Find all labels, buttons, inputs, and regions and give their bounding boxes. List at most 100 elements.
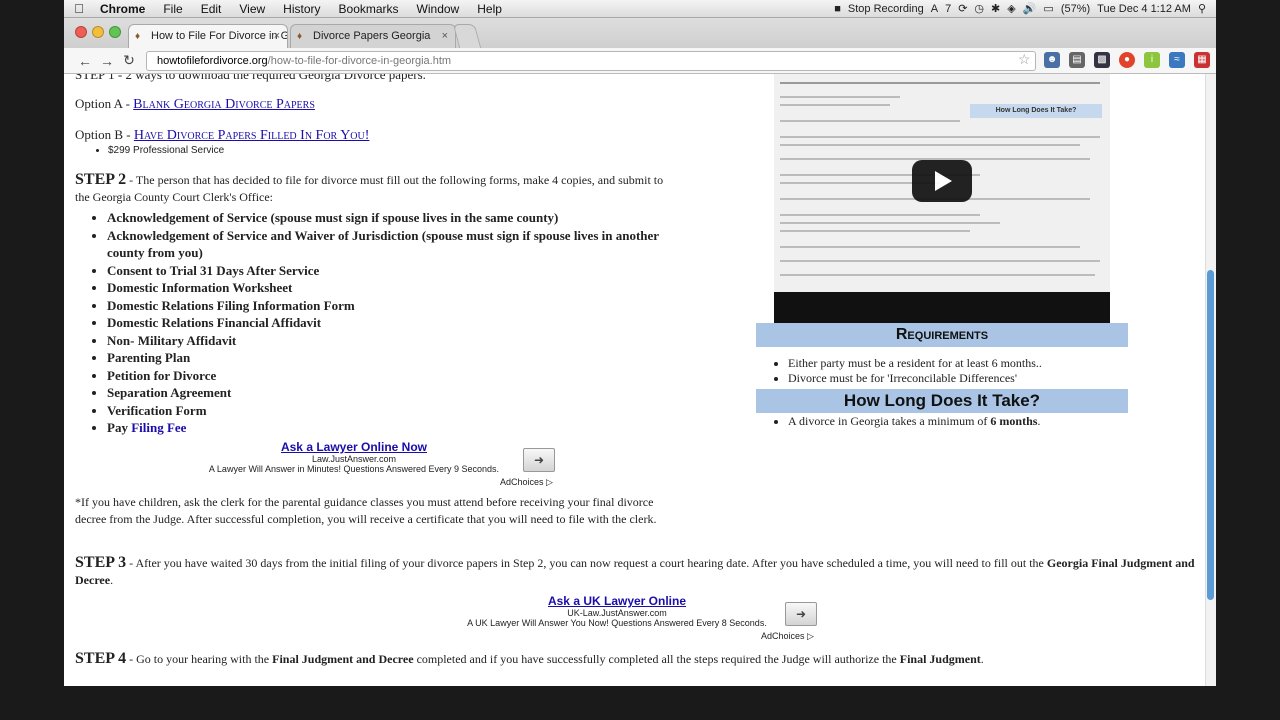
site-favicon-icon: ♦: [297, 31, 303, 42]
tab-divorce-papers[interactable]: ♦ Divorce Papers Georgia ×: [290, 24, 456, 48]
menu-app-chrome[interactable]: Chrome: [94, 2, 154, 16]
form-item: Petition for Divorce: [107, 367, 685, 385]
menu-file[interactable]: File: [154, 2, 191, 16]
extension-red-icon[interactable]: ▦: [1194, 52, 1210, 68]
filing-fee-link[interactable]: Filing Fee: [131, 420, 186, 435]
extension-green-icon[interactable]: i: [1144, 52, 1160, 68]
extension-grid-icon[interactable]: ▩: [1094, 52, 1110, 68]
menu-history[interactable]: History: [274, 2, 329, 16]
step4-bold-a: Final Judgment and Decree: [272, 652, 414, 666]
thumb-line: [780, 144, 1080, 146]
tab-close-icon[interactable]: ×: [442, 30, 448, 42]
form-item: Acknowledgement of Service and Waiver of…: [107, 227, 685, 262]
tab-strip: ♦ How to File For Divorce in Ge × ♦ Divo…: [64, 18, 1216, 48]
filled-papers-link[interactable]: Have Divorce Papers Filled In For You!: [134, 128, 370, 143]
thumb-heading: How Long Does It Take?: [970, 104, 1102, 118]
menu-bookmarks[interactable]: Bookmarks: [330, 2, 408, 16]
requirement-item: Divorce must be for 'Irreconcilable Diff…: [788, 371, 1128, 386]
step2-title: STEP 2: [75, 171, 127, 188]
window-zoom-button[interactable]: [109, 26, 121, 38]
thumb-line: [780, 230, 970, 232]
ad1-adchoices-link[interactable]: AdChoices ▷: [500, 477, 553, 488]
option-a: Option A - Blank Georgia Divorce Papers: [75, 96, 315, 113]
form-item: Verification Form: [107, 402, 685, 420]
ad1-arrow-button[interactable]: ➜: [523, 448, 555, 472]
thumb-line: [780, 136, 1100, 138]
ad1-title-link[interactable]: Ask a Lawyer Online Now: [204, 440, 504, 454]
menu-view[interactable]: View: [230, 2, 274, 16]
extension-stumbleupon-icon[interactable]: ●: [1119, 52, 1135, 68]
window-close-button[interactable]: [75, 26, 87, 38]
option-b-label: Option B -: [75, 127, 131, 142]
battery-percent: (57%): [1060, 2, 1091, 15]
requirement-item: Either party must be a resident for at l…: [788, 356, 1128, 371]
ad2-arrow-button[interactable]: ➜: [785, 602, 817, 626]
scrollbar-thumb[interactable]: [1207, 270, 1214, 600]
thumb-line: [780, 222, 1000, 224]
reload-button[interactable]: ↻: [118, 52, 140, 69]
back-button[interactable]: ←: [74, 53, 96, 69]
volume-icon[interactable]: 🔊: [1023, 2, 1037, 15]
extension-window-icon[interactable]: ▤: [1069, 52, 1085, 68]
how-long-heading: How Long Does It Take?: [756, 389, 1128, 413]
bluetooth-icon[interactable]: ✱: [991, 2, 1000, 15]
sync-icon[interactable]: ⟳: [958, 2, 967, 15]
battery-icon[interactable]: ▭: [1043, 2, 1053, 15]
step2-paragraph: STEP 2 - The person that has decided to …: [75, 171, 675, 206]
window-minimize-button[interactable]: [92, 26, 104, 38]
url-path: /how-to-file-for-divorce-in-georgia.htm: [267, 55, 452, 67]
tab-how-to-file[interactable]: ♦ How to File For Divorce in Ge ×: [128, 24, 288, 48]
form-item: Domestic Relations Filing Information Fo…: [107, 297, 685, 315]
bookmark-star-icon[interactable]: ☆: [1018, 51, 1031, 68]
how-long-item: A divorce in Georgia takes a minimum of …: [788, 414, 1128, 429]
form-item: Non- Military Affidavit: [107, 332, 685, 350]
adobe-count: 7: [945, 2, 952, 15]
site-favicon-icon: ♦: [135, 31, 141, 42]
thumb-line: [780, 214, 980, 216]
ad2-description: A UK Lawyer Will Answer You Now! Questio…: [467, 618, 767, 628]
step3-end: .: [110, 573, 114, 587]
form-item: Parenting Plan: [107, 349, 685, 367]
ad1-domain: Law.JustAnswer.com: [311, 454, 397, 464]
browser-window: ♦ How to File For Divorce in Ge × ♦ Divo…: [64, 18, 1216, 686]
video-player[interactable]: How Long Does It Take?: [774, 74, 1110, 326]
step3-paragraph: STEP 3 - After you have waited 30 days f…: [75, 554, 1195, 589]
stop-recording-label[interactable]: Stop Recording: [848, 3, 924, 15]
thumb-line: [780, 260, 1100, 262]
menu-window[interactable]: Window: [408, 2, 469, 16]
vertical-scrollbar[interactable]: [1205, 74, 1216, 686]
menu-help[interactable]: Help: [468, 2, 511, 16]
step2-text: - The person that has decided to file fo…: [75, 173, 664, 204]
stop-recording-icon[interactable]: ■: [834, 3, 841, 15]
menu-edit[interactable]: Edit: [192, 2, 231, 16]
spotlight-icon[interactable]: ⚲: [1198, 2, 1206, 15]
requirements-heading: Requirements: [756, 323, 1128, 347]
play-icon[interactable]: [912, 160, 972, 202]
clock[interactable]: Tue Dec 4 1:12 AM: [1097, 3, 1191, 15]
new-tab-button[interactable]: [452, 24, 482, 48]
form-item: Domestic Information Worksheet: [107, 279, 685, 297]
blank-papers-link[interactable]: Blank Georgia Divorce Papers: [133, 97, 315, 112]
apple-menu-icon[interactable]: : [64, 1, 94, 16]
tab-close-icon[interactable]: ×: [274, 30, 280, 42]
thumb-line: [780, 274, 1095, 276]
ad1-description: A Lawyer Will Answer in Minutes! Questio…: [208, 464, 500, 474]
ad2-adchoices-link[interactable]: AdChoices ▷: [761, 631, 814, 642]
menu-status-area: ■ Stop Recording A 7 ⟳ ◷ ✱ ◈ 🔊 ▭ (57%) T…: [834, 2, 1216, 16]
browser-toolbar: ← → ↻ howtofilefordivorce.org/how-to-fil…: [64, 48, 1216, 74]
step4-text-a: - Go to your hearing with the: [126, 652, 273, 666]
extension-person-icon[interactable]: ☻: [1044, 52, 1060, 68]
wifi-icon[interactable]: ◈: [1007, 2, 1015, 15]
option-a-label: Option A -: [75, 96, 130, 111]
forward-button[interactable]: →: [96, 53, 118, 69]
time-machine-icon[interactable]: ◷: [974, 2, 984, 15]
option-b-details: $299 Professional Service: [94, 145, 224, 156]
form-item: Acknowledgement of Service (spouse must …: [107, 209, 685, 227]
adobe-icon[interactable]: A: [931, 3, 938, 15]
thumb-line: [780, 104, 890, 106]
address-bar[interactable]: howtofilefordivorce.org/how-to-file-for-…: [146, 51, 1036, 71]
extension-chart-icon[interactable]: ≈: [1169, 52, 1185, 68]
ad2-title-link[interactable]: Ask a UK Lawyer Online: [462, 594, 772, 608]
option-b: Option B - Have Divorce Papers Filled In…: [75, 127, 369, 144]
thumb-line: [780, 96, 900, 98]
